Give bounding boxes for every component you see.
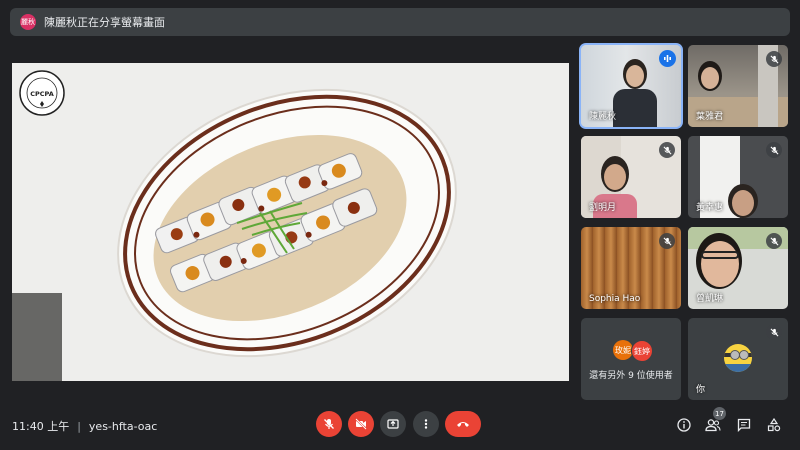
info-icon (677, 418, 691, 432)
participant-name: 曾凱琳 (696, 294, 724, 304)
self-name: 你 (696, 385, 706, 395)
participant-name: 葉雅君 (696, 112, 724, 122)
presenter-banner: 麗秋 陳麗秋正在分享螢幕畫面 (10, 8, 790, 36)
mic-toggle-button[interactable] (316, 411, 342, 437)
mic-off-icon (766, 51, 782, 67)
more-participants-text: 還有另外 9 位使用者 (589, 371, 673, 381)
presenter-avatar: 麗秋 (20, 14, 36, 30)
mic-off-icon (766, 324, 782, 340)
meeting-details-button[interactable] (675, 416, 693, 434)
self-tile[interactable]: 你 (688, 318, 788, 400)
more-participants-tile[interactable]: 玫妮 鈺婷 還有另外 9 位使用者 (581, 318, 681, 400)
participant-name: 陳麗秋 (589, 112, 617, 122)
speaking-indicator (659, 50, 676, 67)
participant-tile[interactable]: 劉明月 (581, 136, 681, 218)
camera-off-icon (355, 418, 367, 430)
meeting-info: 11:40 上午 | yes-hfta-oac (12, 418, 157, 434)
present-button[interactable] (380, 411, 406, 437)
participant-avatar: 鈺婷 (631, 340, 653, 362)
participant-tile[interactable]: 曾凱琳 (688, 227, 788, 309)
meeting-code[interactable]: yes-hfta-oac (89, 420, 157, 433)
participant-name: 黃幸惠 (696, 203, 724, 213)
participant-name: 劉明月 (589, 203, 617, 213)
participant-tile[interactable]: 陳麗秋 (581, 45, 681, 127)
meeting-time: 11:40 上午 (12, 420, 70, 433)
mic-off-icon (324, 419, 334, 429)
more-options-button[interactable] (413, 411, 439, 437)
mic-off-icon (659, 233, 675, 249)
end-call-icon (457, 422, 469, 427)
mic-off-icon (766, 233, 782, 249)
participant-avatar: 玫妮 (613, 340, 633, 360)
activities-button[interactable] (765, 416, 783, 434)
dish-image: CPCPA (12, 63, 569, 381)
more-vert-icon (424, 419, 428, 429)
leave-call-button[interactable] (445, 411, 481, 437)
chat-button[interactable] (735, 416, 753, 434)
cpcpa-logo: CPCPA (19, 70, 65, 116)
presenter-text: 陳麗秋正在分享螢幕畫面 (44, 16, 165, 29)
camera-toggle-button[interactable] (348, 411, 374, 437)
participant-tile[interactable]: 黃幸惠 (688, 136, 788, 218)
present-screen-icon (387, 419, 399, 429)
shared-screen: CPCPA (12, 63, 569, 381)
people-count-badge: 17 (713, 407, 726, 420)
participant-name: Sophia Hao (589, 294, 641, 304)
participant-tile[interactable]: Sophia Hao (581, 227, 681, 309)
separator: | (77, 419, 81, 433)
participant-tile[interactable]: 葉雅君 (688, 45, 788, 127)
logo-text: CPCPA (30, 90, 54, 98)
activities-icon (767, 418, 781, 432)
chat-icon (737, 418, 751, 432)
people-icon (705, 419, 721, 432)
mic-off-icon (659, 142, 675, 158)
mic-off-icon (766, 142, 782, 158)
minion-avatar (724, 344, 752, 372)
